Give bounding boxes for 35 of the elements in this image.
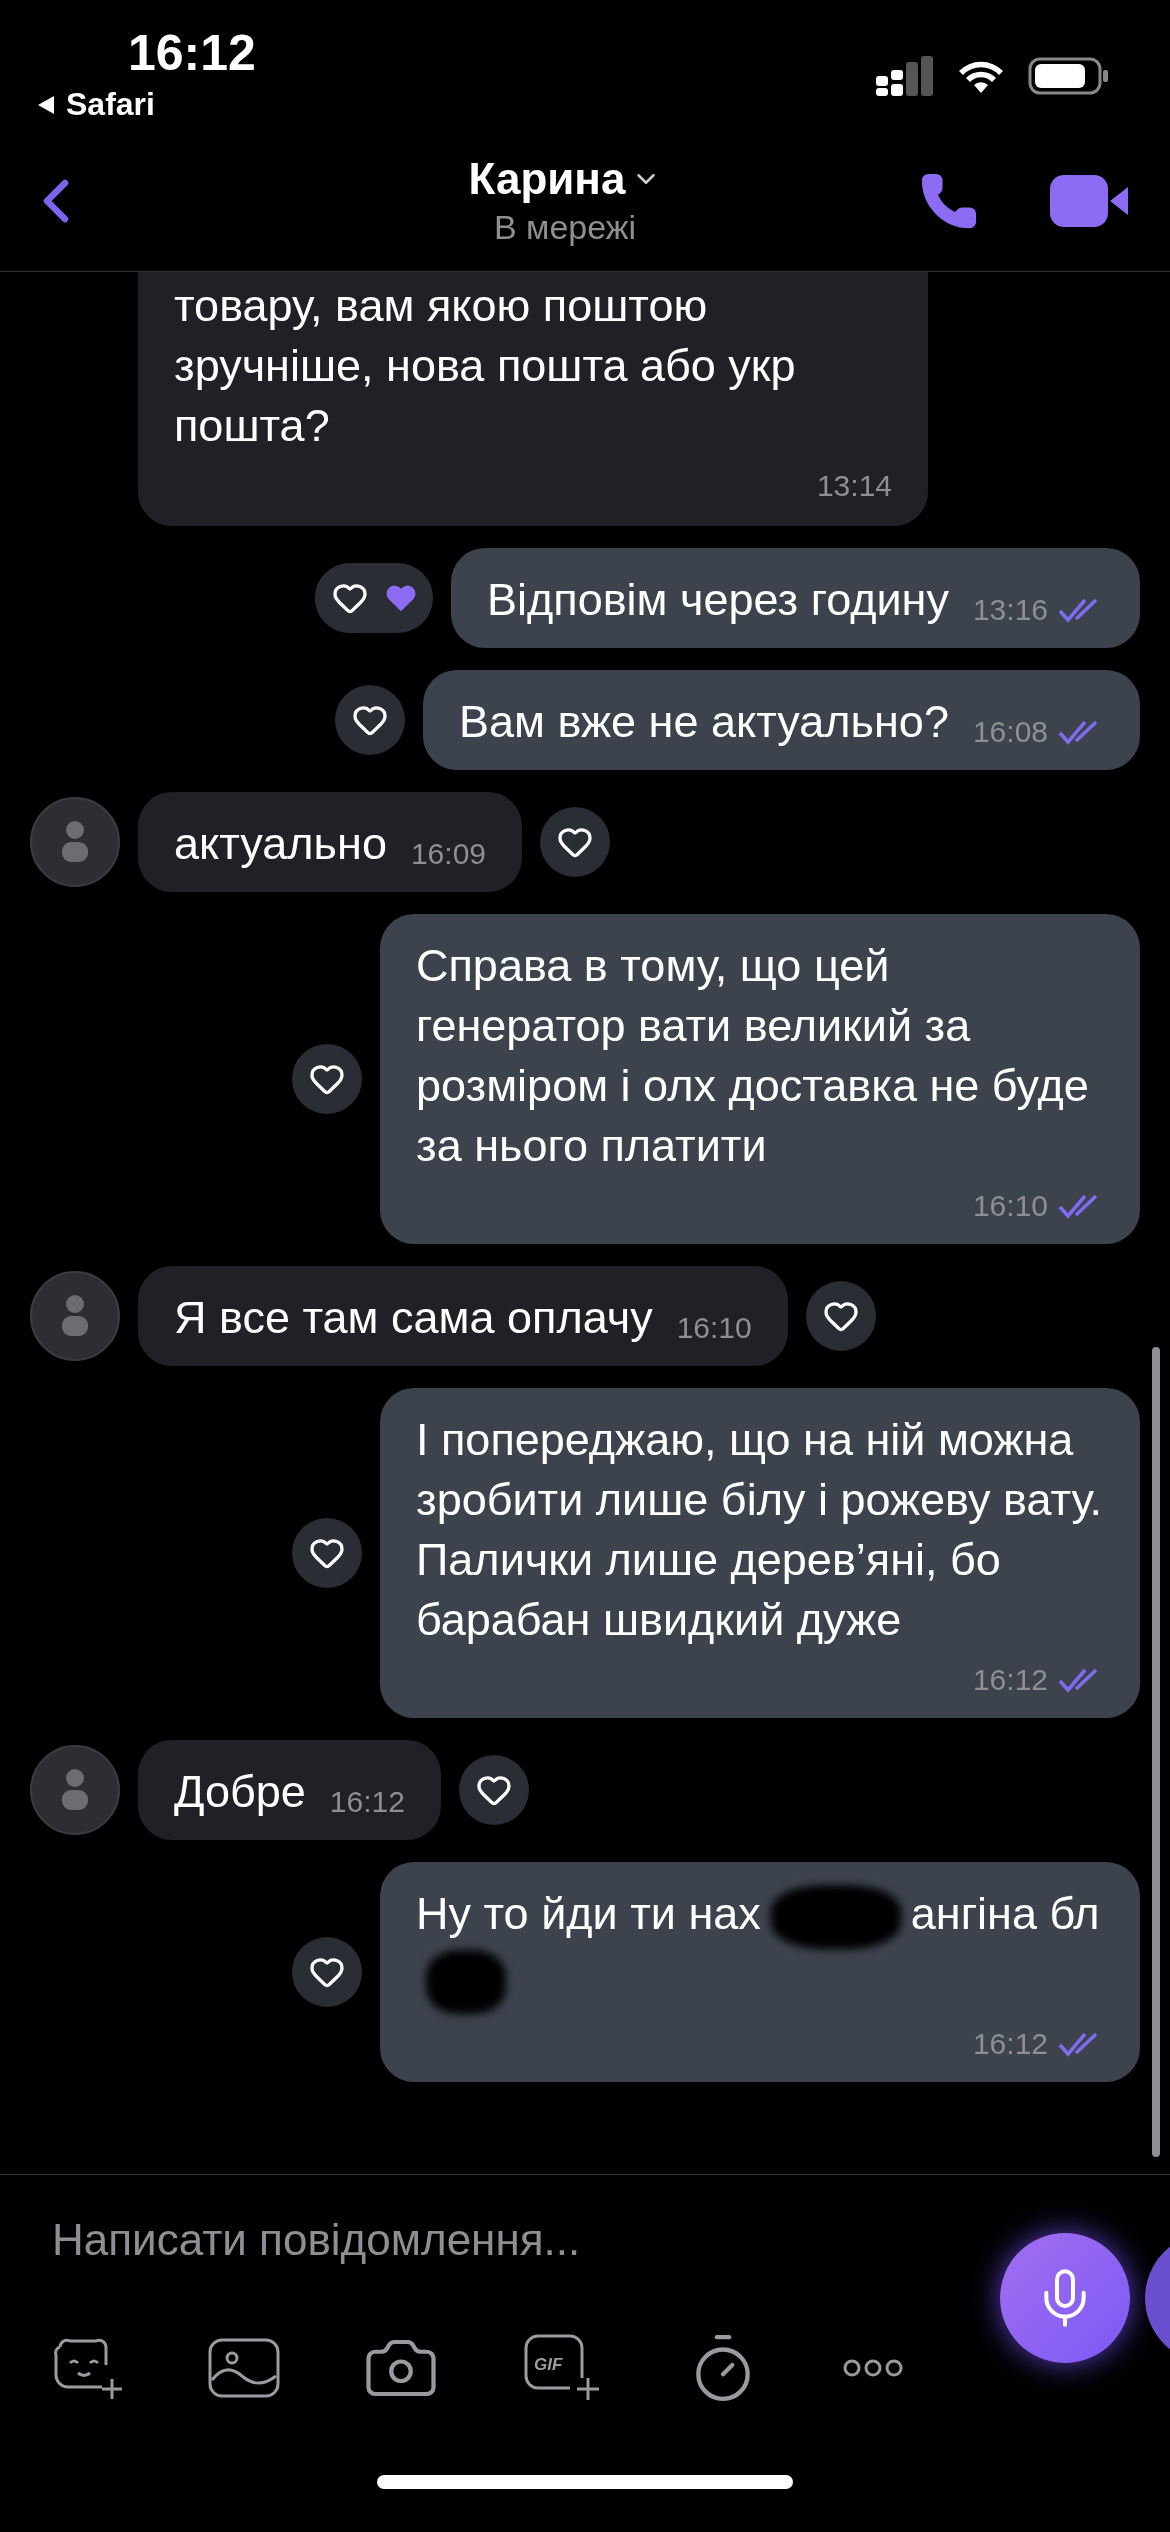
message-time: 16:10 bbox=[676, 1310, 752, 1346]
message-text: Добре bbox=[174, 1765, 306, 1819]
message-time: 16:12 bbox=[972, 2026, 1048, 2063]
gif-button[interactable]: GIF bbox=[522, 2332, 604, 2404]
message-time: 13:16 bbox=[972, 592, 1048, 628]
message-text: Ну то йди ти нах ангіна бл bbox=[416, 1884, 1104, 2015]
heart-icon bbox=[385, 583, 418, 613]
message-time: 16:12 bbox=[972, 1662, 1048, 1698]
message-time: 16:09 bbox=[410, 836, 486, 872]
back-triangle-icon bbox=[36, 93, 56, 116]
message-text: актуально bbox=[174, 817, 387, 871]
message-text: Вам вже не актуально? bbox=[459, 695, 949, 749]
more-icon bbox=[842, 2358, 904, 2378]
voice-message-button[interactable] bbox=[1000, 2233, 1130, 2363]
more-button[interactable] bbox=[842, 2358, 904, 2378]
message-text: І попереджаю, що на ній можна зробити лише білу і рожеву вату. Палички лише дерев’яні, бо барабан швидкий дуже bbox=[416, 1413, 1104, 1647]
message-time: 16:10 bbox=[972, 1188, 1048, 1224]
contact-status: В мережі bbox=[493, 208, 637, 247]
message-text: Справа в тому, що цей генератор вати великий за розміром і олх доставка не буде за нього платити bbox=[416, 939, 1090, 1173]
gallery-button[interactable] bbox=[208, 2336, 280, 2400]
image-icon bbox=[208, 2336, 280, 2400]
message-time: 16:12 bbox=[329, 1784, 405, 1820]
status-time: 16:12 bbox=[128, 24, 256, 82]
back-to-app-link[interactable]: Safari bbox=[66, 86, 155, 123]
video-call-button[interactable] bbox=[1050, 172, 1130, 229]
message-text: Відповім через годину bbox=[487, 573, 949, 627]
battery-icon bbox=[1028, 57, 1110, 95]
message-time: 13:14 bbox=[816, 468, 892, 504]
wifi-icon bbox=[958, 59, 1004, 93]
message-text: товару, вам якою поштою зручніше, нова пошта або укр пошта? bbox=[174, 279, 797, 453]
signal-icon bbox=[876, 56, 934, 96]
message-time: 16:08 bbox=[972, 714, 1048, 750]
contact-name[interactable]: Карина bbox=[468, 154, 626, 204]
message-input[interactable]: Написати повідомлення... bbox=[52, 2215, 952, 2265]
message-text: Я все там сама оплачу bbox=[174, 1291, 653, 1345]
